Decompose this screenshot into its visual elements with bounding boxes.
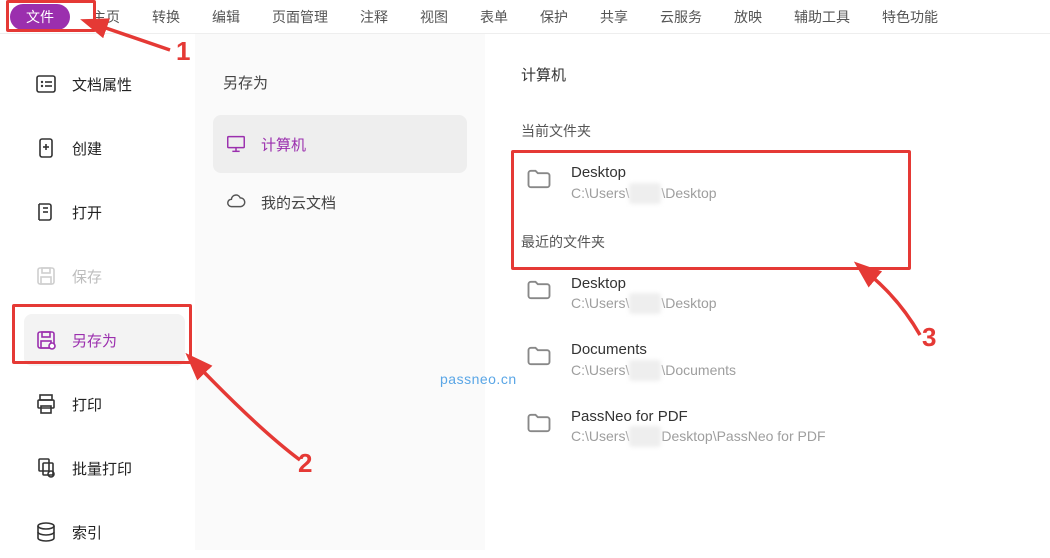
sidebar-item-print[interactable]: 打印: [24, 378, 185, 430]
sidebar-item-label: 索引: [72, 522, 102, 543]
saveas-icon: [34, 328, 58, 352]
folder-name: Documents: [571, 340, 736, 360]
location-computer[interactable]: 计算机: [213, 115, 467, 173]
folder-path: C:\Users\xxxxDesktop\PassNeo for PDF: [571, 426, 826, 447]
folder-icon: [525, 342, 553, 368]
folder-current-desktop[interactable]: Desktop C:\Users\xxxx\Desktop: [521, 151, 1030, 218]
index-icon: [34, 520, 58, 544]
sidebar-item-label: 打印: [72, 394, 102, 415]
menu-tab-convert[interactable]: 转换: [136, 3, 196, 31]
location-label: 计算机: [261, 134, 306, 155]
folder-recent-desktop[interactable]: Desktop C:\Users\xxxx\Desktop: [521, 262, 1030, 329]
menu-tab-comment[interactable]: 注释: [344, 3, 404, 31]
sidebar-item-batchprint[interactable]: 批量打印: [24, 442, 185, 494]
top-menu-bar: 文件 主页 转换 编辑 页面管理 注释 视图 表单 保护 共享 云服务 放映 辅…: [0, 0, 1050, 34]
sidebar-item-create[interactable]: 创建: [24, 122, 185, 174]
right-panel-title: 计算机: [521, 64, 1030, 85]
file-sidebar: 文档属性 创建 打开 保存 另存为 打印 批量打印 索引: [0, 34, 195, 550]
sidebar-item-index[interactable]: 索引: [24, 506, 185, 558]
folder-path: C:\Users\xxxx\Documents: [571, 360, 736, 381]
sidebar-item-open[interactable]: 打开: [24, 186, 185, 238]
menu-tab-present[interactable]: 放映: [718, 3, 778, 31]
menu-tab-form[interactable]: 表单: [464, 3, 524, 31]
batch-print-icon: [34, 456, 58, 480]
menu-tab-file[interactable]: 文件: [10, 4, 70, 30]
folder-name: Desktop: [571, 163, 717, 183]
folder-recent-passneo[interactable]: PassNeo for PDF C:\Users\xxxxDesktop\Pas…: [521, 395, 1030, 462]
sidebar-item-properties[interactable]: 文档属性: [24, 58, 185, 110]
folder-path: C:\Users\xxxx\Desktop: [571, 293, 717, 314]
monitor-icon: [225, 133, 247, 155]
properties-icon: [34, 72, 58, 96]
folder-icon: [525, 276, 553, 302]
folder-path: C:\Users\xxxx\Desktop: [571, 183, 717, 204]
current-folder-label: 当前文件夹: [521, 121, 1030, 141]
sidebar-item-save: 保存: [24, 250, 185, 302]
menu-tab-edit[interactable]: 编辑: [196, 3, 256, 31]
menu-tab-tools[interactable]: 辅助工具: [778, 3, 866, 31]
sidebar-item-label: 文档属性: [72, 74, 132, 95]
location-label: 我的云文档: [261, 192, 336, 213]
menu-tab-page[interactable]: 页面管理: [256, 3, 344, 31]
sidebar-item-saveas[interactable]: 另存为: [24, 314, 185, 366]
open-icon: [34, 200, 58, 224]
folder-icon: [525, 409, 553, 435]
menu-tab-view[interactable]: 视图: [404, 3, 464, 31]
save-location-panel: 另存为 计算机 我的云文档: [195, 34, 485, 550]
folder-name: Desktop: [571, 274, 717, 294]
sidebar-item-label: 批量打印: [72, 458, 132, 479]
folder-icon: [525, 165, 553, 191]
folder-recent-documents[interactable]: Documents C:\Users\xxxx\Documents: [521, 328, 1030, 395]
menu-tab-protect[interactable]: 保护: [524, 3, 584, 31]
folder-name: PassNeo for PDF: [571, 407, 826, 427]
panel-title: 另存为: [213, 64, 467, 115]
menu-tab-cloud[interactable]: 云服务: [644, 3, 718, 31]
print-icon: [34, 392, 58, 416]
sidebar-item-label: 创建: [72, 138, 102, 159]
create-icon: [34, 136, 58, 160]
menu-tab-share[interactable]: 共享: [584, 3, 644, 31]
save-icon: [34, 264, 58, 288]
sidebar-item-label: 保存: [72, 266, 102, 287]
menu-tab-features[interactable]: 特色功能: [866, 3, 954, 31]
folder-panel: 计算机 当前文件夹 Desktop C:\Users\xxxx\Desktop …: [485, 34, 1050, 550]
sidebar-item-label: 打开: [72, 202, 102, 223]
sidebar-item-label: 另存为: [72, 330, 117, 351]
menu-tab-home[interactable]: 主页: [76, 3, 136, 31]
recent-folder-label: 最近的文件夹: [521, 232, 1030, 252]
location-cloud[interactable]: 我的云文档: [213, 173, 467, 231]
cloud-icon: [225, 191, 247, 213]
